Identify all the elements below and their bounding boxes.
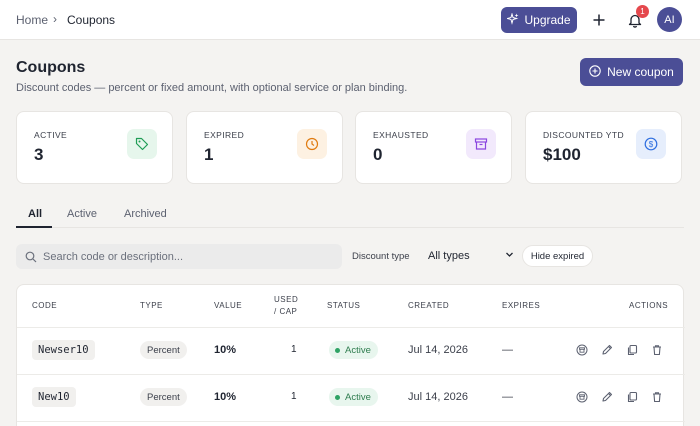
coupon-value: 10%	[214, 391, 237, 403]
upgrade-button[interactable]: Upgrade	[501, 7, 577, 33]
coupon-expires: —	[502, 391, 513, 403]
coupons-table: Code Type Value Used / Cap Status Create…	[16, 284, 685, 426]
page-title: Coupons	[16, 59, 86, 76]
discount-type-label: Discount type	[352, 251, 410, 262]
status-dot	[335, 347, 340, 353]
trash-icon[interactable]	[650, 343, 664, 357]
breadcrumb-current: Coupons	[67, 13, 116, 27]
chevron-down-icon	[505, 250, 514, 262]
search-icon	[25, 250, 37, 268]
stat-value: 1	[204, 145, 214, 164]
coupon-expires: —	[502, 344, 513, 356]
row-divider	[17, 421, 685, 422]
status-badge: Active	[329, 341, 378, 359]
add-icon[interactable]	[589, 10, 609, 30]
column-header-cap: / Cap	[274, 307, 298, 316]
breadcrumb-separator: ›	[53, 12, 57, 26]
stat-card-active: Active 3	[16, 111, 173, 184]
row-divider	[17, 374, 685, 375]
edit-icon[interactable]	[600, 390, 614, 404]
search-input[interactable]	[43, 244, 333, 269]
coupon-code: New10	[32, 387, 76, 407]
status-label: Active	[345, 344, 371, 356]
notification-badge: 1	[636, 5, 649, 18]
stat-label: Discounted YTD	[543, 130, 625, 140]
status-dot	[335, 394, 340, 400]
stat-value: 0	[373, 145, 383, 164]
tab-active[interactable]: Active	[67, 208, 97, 220]
stat-value: 3	[34, 145, 44, 164]
breadcrumb-home[interactable]: Home	[16, 13, 48, 27]
discount-type-value: All types	[428, 250, 470, 262]
sparkle-icon	[506, 11, 519, 28]
top-bar: Home › Coupons Upgrade 1 AI	[0, 0, 700, 40]
tab-all[interactable]: All	[28, 208, 42, 220]
stat-card-expired: Expired 1	[186, 111, 343, 184]
clock-icon	[297, 129, 327, 159]
dollar-icon: $	[636, 129, 666, 159]
coupon-used: 1	[291, 391, 297, 402]
stat-label: Active	[34, 130, 68, 140]
archive-action-icon[interactable]	[575, 343, 589, 357]
page-subtitle: Discount codes — percent or fixed amount…	[16, 82, 408, 94]
coupon-type: Percent	[140, 388, 187, 406]
stat-label: Expired	[204, 130, 245, 140]
status-badge: Active	[329, 388, 378, 406]
coupon-value: 10%	[214, 344, 237, 356]
discount-type-select[interactable]: All types	[422, 245, 518, 267]
tag-icon	[127, 129, 157, 159]
coupon-created: Jul 14, 2026	[408, 391, 468, 403]
column-header-type: Type	[140, 301, 163, 310]
stat-card-exhausted: Exhausted 0	[355, 111, 512, 184]
coupon-type: Percent	[140, 341, 187, 359]
stat-card-discounted-ytd: Discounted YTD $100 $	[525, 111, 682, 184]
column-header-value: Value	[214, 301, 243, 310]
new-coupon-label: New coupon	[607, 65, 674, 79]
svg-text:$: $	[649, 140, 654, 149]
coupon-code: Newser10	[32, 340, 95, 360]
hide-expired-button[interactable]: Hide expired	[522, 245, 593, 267]
edit-icon[interactable]	[600, 343, 614, 357]
plus-circle-icon	[589, 64, 601, 80]
tabs-divider	[16, 227, 684, 228]
copy-icon[interactable]	[625, 390, 639, 404]
trash-icon[interactable]	[650, 390, 664, 404]
column-header-used: Used	[274, 295, 299, 304]
column-header-actions: Actions	[629, 301, 669, 310]
tab-active-indicator	[16, 226, 52, 228]
coupon-created: Jul 14, 2026	[408, 344, 468, 356]
avatar[interactable]: AI	[657, 7, 682, 32]
upgrade-label: Upgrade	[524, 13, 571, 27]
archive-action-icon[interactable]	[575, 390, 589, 404]
column-header-created: Created	[408, 301, 450, 310]
column-header-status: Status	[327, 301, 361, 310]
search-box	[16, 244, 342, 269]
status-label: Active	[345, 391, 371, 403]
stat-value: $100	[543, 145, 581, 164]
stat-label: Exhausted	[373, 130, 429, 140]
archive-icon	[466, 129, 496, 159]
column-header-expires: Expires	[502, 301, 541, 310]
tab-archived[interactable]: Archived	[124, 208, 167, 220]
new-coupon-button[interactable]: New coupon	[580, 58, 683, 86]
copy-icon[interactable]	[625, 343, 639, 357]
coupon-used: 1	[291, 344, 297, 355]
column-header-code: Code	[32, 301, 58, 310]
row-divider	[17, 327, 685, 328]
